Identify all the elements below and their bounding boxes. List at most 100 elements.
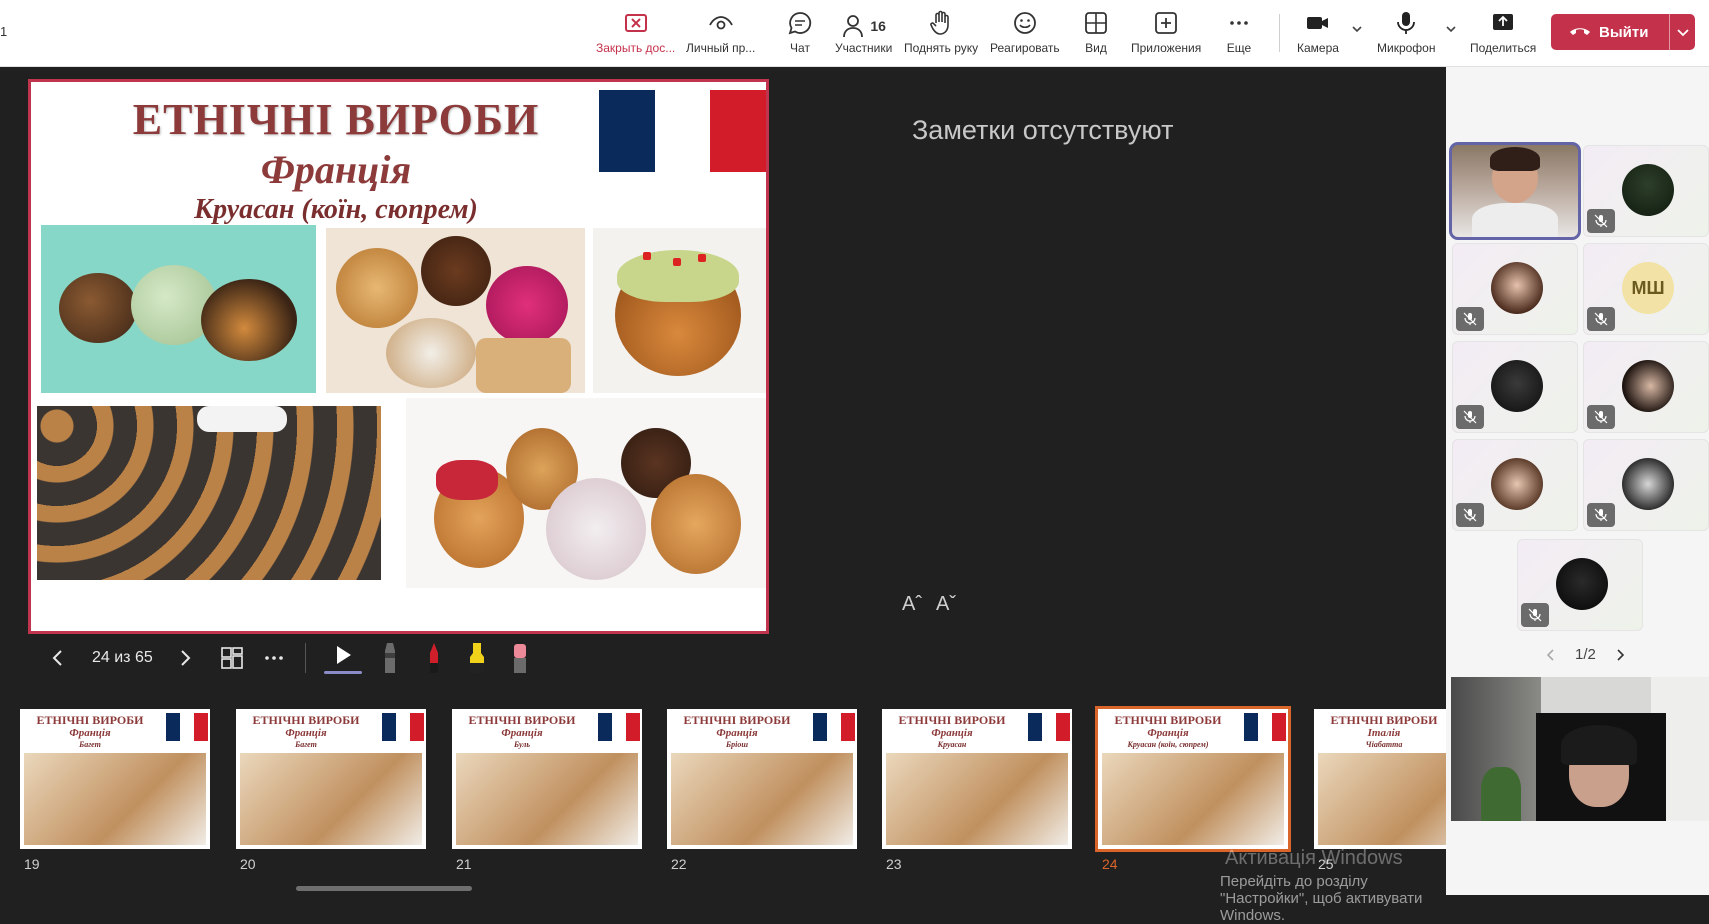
thumbnail-subtitle: Франція xyxy=(501,727,543,739)
participant-tile[interactable] xyxy=(1452,243,1578,335)
grid-view-icon xyxy=(1085,12,1107,34)
thumbnail-subtitle-2: Чіабатта xyxy=(1365,740,1403,749)
france-flag xyxy=(599,90,766,172)
close-share-icon xyxy=(624,14,647,32)
mic-options-chevron-icon[interactable] xyxy=(1444,22,1458,36)
thumbnail-subtitle-2: Багет xyxy=(79,740,101,749)
leave-options-chevron[interactable] xyxy=(1670,25,1695,39)
participant-tile[interactable] xyxy=(1517,539,1643,631)
font-decrease-button[interactable]: Aˇ xyxy=(936,593,956,616)
microphone-icon xyxy=(1397,12,1416,34)
apps-button[interactable]: Приложения xyxy=(1131,10,1201,60)
participant-tile[interactable] xyxy=(1452,341,1578,433)
avatar xyxy=(1622,164,1674,216)
eraser-icon[interactable] xyxy=(510,641,530,675)
raise-hand-button[interactable]: Поднять руку xyxy=(904,10,978,60)
slide-thumbnail-number: 19 xyxy=(24,856,40,872)
chat-icon xyxy=(788,12,812,35)
more-button[interactable]: Еще xyxy=(1226,10,1252,60)
hang-up-icon xyxy=(1570,28,1590,35)
photo-pistachio-croissant xyxy=(593,228,766,393)
camera-icon xyxy=(1306,17,1328,29)
camera-button[interactable]: Камера xyxy=(1297,10,1339,60)
slide-thumbnail[interactable]: ЕТНІЧНІ ВИРОБИ Франція Багет xyxy=(20,709,210,849)
thumbnail-flag xyxy=(1244,713,1286,741)
presenter-stage: ЕТНІЧНІ ВИРОБИ Франція Круасан (коїн, сю… xyxy=(0,67,1504,924)
smiley-icon xyxy=(1013,12,1036,34)
leave-button[interactable]: Выйти xyxy=(1551,14,1695,50)
share-button[interactable]: Поделиться xyxy=(1470,10,1536,60)
thumbnail-subtitle: Франція xyxy=(931,727,973,739)
photo-decorated-croissants xyxy=(406,398,766,588)
red-pen-icon[interactable] xyxy=(424,641,444,675)
slide-navigation: 24 из 65 xyxy=(40,637,530,679)
leave-main[interactable]: Выйти xyxy=(1551,24,1669,41)
muted-mic-icon xyxy=(1587,405,1615,429)
meeting-toolbar: 1 Закрыть дос... Личный пр... Чат 16 Уча… xyxy=(0,0,1709,67)
view-button[interactable]: Вид xyxy=(1083,10,1109,60)
muted-mic-icon xyxy=(1456,405,1484,429)
chevron-right-icon[interactable] xyxy=(1614,648,1626,662)
previous-slide-icon[interactable] xyxy=(46,646,70,670)
thumbnail-title: ЕТНІЧНІ ВИРОБИ xyxy=(898,713,1006,727)
slide-title: ЕТНІЧНІ ВИРОБИ xyxy=(132,95,540,144)
thumbnail-scrollbar[interactable] xyxy=(296,886,472,891)
react-button[interactable]: Реагировать xyxy=(990,10,1060,60)
thumbnail-body xyxy=(240,753,422,845)
photo-glazed-croissants xyxy=(326,228,585,393)
stop-sharing-button[interactable]: Закрыть дос... xyxy=(596,10,675,60)
muted-mic-icon xyxy=(1587,209,1615,233)
font-increase-button[interactable]: Aˆ xyxy=(902,593,922,616)
windows-activation-title: Активація Windows xyxy=(1225,847,1403,869)
participant-tile[interactable] xyxy=(1452,439,1578,531)
chevron-left-icon[interactable] xyxy=(1545,648,1557,662)
participants-button[interactable]: 16 Участники xyxy=(835,10,892,60)
chat-button[interactable]: Чат xyxy=(787,10,813,60)
people-icon xyxy=(843,14,864,37)
thumbnail-subtitle-2: Круасан xyxy=(937,740,967,749)
thumbnail-body xyxy=(1102,753,1284,845)
slide-thumbnail-number: 24 xyxy=(1102,856,1118,872)
slide-thumbnail-number: 21 xyxy=(456,856,472,872)
slide-thumbnail[interactable]: ЕТНІЧНІ ВИРОБИ Франція Круасан (коїн, сюпр… xyxy=(1098,709,1288,849)
mic-button[interactable]: Микрофон xyxy=(1377,10,1435,60)
meeting-timer: 1 xyxy=(0,24,8,39)
participant-tile-active[interactable] xyxy=(1452,145,1578,237)
participant-tile[interactable] xyxy=(1583,145,1709,237)
thumbnail-title: ЕТНІЧНІ ВИРОБИ xyxy=(1330,713,1438,727)
slide-grid-icon[interactable] xyxy=(219,645,245,671)
slide-thumbnail[interactable]: ЕТНІЧНІ ВИРОБИ Франція Бріош xyxy=(667,709,857,849)
gray-pen-icon[interactable] xyxy=(380,641,400,675)
avatar xyxy=(1622,458,1674,510)
thumbnail-title: ЕТНІЧНІ ВИРОБИ xyxy=(468,713,576,727)
avatar xyxy=(1622,360,1674,412)
gallery-pager: 1/2 xyxy=(1545,646,1626,663)
hand-icon xyxy=(930,10,949,35)
next-slide-icon[interactable] xyxy=(173,646,197,670)
muted-mic-icon xyxy=(1521,603,1549,627)
thumbnail-title: ЕТНІЧНІ ВИРОБИ xyxy=(252,713,360,727)
slide-subtitle-2: Круасан (коїн, сюпрем) xyxy=(194,194,478,225)
laser-pointer-tool[interactable] xyxy=(323,643,362,674)
more-options-icon[interactable] xyxy=(261,645,287,671)
thumbnail-title: ЕТНІЧНІ ВИРОБИ xyxy=(1114,713,1222,727)
avatar xyxy=(1491,262,1543,314)
slide-thumbnail[interactable]: ЕТНІЧНІ ВИРОБИ Франція Буль xyxy=(452,709,642,849)
thumbnail-subtitle-2: Буль xyxy=(513,740,531,749)
self-video-preview xyxy=(1451,677,1709,821)
participant-tile[interactable]: МШ xyxy=(1583,243,1709,335)
slide-thumbnail[interactable]: ЕТНІЧНІ ВИРОБИ Франція Багет xyxy=(236,709,426,849)
thumbnail-subtitle-2: Бріош xyxy=(726,740,748,749)
private-view-button[interactable]: Личный пр... xyxy=(686,10,755,60)
highlighter-icon[interactable] xyxy=(466,641,488,675)
slide-counter: 24 из 65 xyxy=(92,649,153,666)
windows-activation-text: Перейдіть до розділу "Настройки", щоб ак… xyxy=(1220,873,1423,924)
participant-tile[interactable] xyxy=(1583,439,1709,531)
thumbnail-subtitle-2: Круасан (коїн, сюпрем) xyxy=(1127,740,1209,749)
participant-tile[interactable] xyxy=(1583,341,1709,433)
thumbnail-title: ЕТНІЧНІ ВИРОБИ xyxy=(36,713,144,727)
muted-mic-icon xyxy=(1456,307,1484,331)
camera-options-chevron-icon[interactable] xyxy=(1350,22,1364,36)
slide-thumbnail[interactable]: ЕТНІЧНІ ВИРОБИ Франція Круасан xyxy=(882,709,1072,849)
thumbnail-title: ЕТНІЧНІ ВИРОБИ xyxy=(683,713,791,727)
